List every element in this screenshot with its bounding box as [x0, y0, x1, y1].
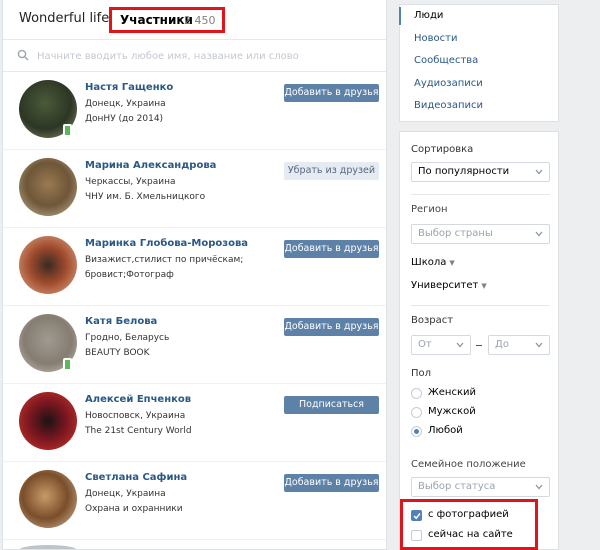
marital-status-label: Семейное положение — [411, 459, 526, 470]
nav-item-news[interactable]: Новости — [400, 28, 558, 51]
tab-members-label: Участники — [120, 13, 193, 27]
with-photo-checkbox[interactable] — [411, 510, 422, 521]
gender-male-radio[interactable] — [411, 407, 422, 418]
age-from-select[interactable]: От — [411, 335, 471, 355]
add-friend-button[interactable]: Добавить в друзья — [284, 84, 379, 102]
age-to-select[interactable]: До — [488, 335, 550, 355]
group-name-link[interactable]: Wonderful life)) — [19, 11, 119, 26]
list-item: Светлана Сафина Донецк, Украина Охрана и о… — [3, 462, 386, 540]
chevron-down-icon: ▼ — [481, 282, 487, 290]
avatar[interactable] — [19, 158, 77, 216]
add-friend-button[interactable]: Добавить в друзья — [284, 318, 379, 336]
marital-status-select[interactable]: Выбор статуса — [411, 477, 550, 497]
nav-item-video[interactable]: Видеозаписи — [400, 95, 558, 118]
person-name-link[interactable]: Настя Гащенко — [85, 82, 173, 93]
age-from-value: От — [418, 339, 432, 350]
region-select[interactable]: Выбор страны — [411, 224, 550, 244]
nav-item-people[interactable]: Люди — [399, 5, 558, 28]
person-name-link[interactable]: Маринка Глобова-Морозова — [85, 238, 248, 249]
gender-female-radio[interactable] — [411, 388, 422, 399]
person-name-link[interactable]: Светлана Сафина — [85, 472, 187, 483]
check-icon — [413, 513, 421, 520]
extra-options: с фотографией сейчас на сайте — [400, 499, 538, 550]
add-friend-button[interactable]: Добавить в друзья — [284, 474, 379, 492]
chevron-down-icon — [535, 231, 543, 237]
region-label: Регион — [411, 204, 448, 215]
list-item: Алексей Епченков Новосповск, Украина The 2… — [3, 384, 386, 462]
sort-label: Сортировка — [411, 144, 474, 155]
search-filters: Сортировка По популярности Регион Выбор … — [399, 131, 559, 550]
person-info-line: Гродно, Беларусь — [85, 333, 170, 343]
divider — [411, 305, 550, 306]
person-info-line: ДонНУ (до 2014) — [85, 114, 164, 124]
school-label: Школа — [411, 257, 447, 268]
with-photo-label: с фотографией — [428, 509, 509, 520]
person-info-line: бровист;Фотограф — [85, 270, 174, 280]
university-label: Университет — [411, 280, 479, 291]
age-label: Возраст — [411, 315, 454, 326]
nav-item-audio[interactable]: Аудиозаписи — [400, 73, 558, 96]
person-name-link[interactable]: Алексей Епченков — [85, 394, 191, 405]
person-name-link[interactable]: Катя Белова — [85, 316, 157, 327]
age-range-dash — [476, 345, 482, 346]
region-select-value: Выбор страны — [418, 228, 493, 239]
marital-status-value: Выбор статуса — [418, 481, 496, 492]
search-input[interactable] — [37, 46, 367, 66]
sort-select-value: По популярности — [418, 166, 510, 177]
chevron-down-icon — [535, 169, 543, 175]
person-info-line: Черкассы, Украина — [85, 177, 176, 187]
avatar[interactable] — [19, 545, 77, 549]
gender-male-label: Мужской — [428, 406, 476, 417]
search-bar — [3, 40, 386, 72]
sort-select[interactable]: По популярности — [411, 162, 550, 182]
gender-any-radio[interactable] — [411, 426, 422, 437]
list-item: Катя Белова Гродно, Беларусь BEAUTY BOOK До… — [3, 306, 386, 384]
chevron-down-icon — [456, 342, 464, 348]
list-item: Марина Александрова Черкассы, Украина ЧНУ … — [3, 150, 386, 228]
members-header: Wonderful life)) Участники 2 450 — [3, 0, 386, 40]
chevron-down-icon — [535, 484, 543, 490]
divider — [411, 194, 550, 195]
list-item: Маринка Глобова-Морозова Визажист,стилист… — [3, 228, 386, 306]
chevron-down-icon — [535, 342, 543, 348]
age-to-value: До — [495, 339, 509, 350]
search-icon — [17, 49, 29, 61]
people-list: Настя Гащенко Донецк, Украина ДонНУ (до 20… — [3, 72, 386, 540]
add-friend-button[interactable]: Добавить в друзья — [284, 240, 379, 258]
person-info-line: ЧНУ им. Б. Хмельницкого — [85, 192, 206, 202]
person-info-line: BEAUTY BOOK — [85, 348, 150, 358]
remove-friend-button[interactable]: Убрать из друзей — [284, 162, 379, 180]
tab-members[interactable]: Участники 2 450 — [109, 7, 225, 33]
gender-female-label: Женский — [428, 387, 476, 398]
search-section-nav: Люди Новости Сообщества Аудиозаписи Виде… — [399, 4, 559, 122]
person-info-line: Донецк, Украина — [85, 489, 166, 499]
members-count: 2 450 — [184, 14, 216, 27]
list-item: Настя Гащенко Донецк, Украина ДонНУ (до 20… — [3, 72, 386, 150]
person-info-line: Охрана и охранники — [85, 504, 183, 514]
person-info-line: Визажист,стилист по причёскам; — [85, 255, 244, 265]
subscribe-button[interactable]: Подписаться — [284, 396, 379, 414]
gender-any-label: Любой — [428, 425, 463, 436]
mobile-online-icon — [63, 124, 72, 137]
mobile-online-icon — [63, 358, 72, 371]
person-name-link[interactable]: Марина Александрова — [85, 160, 216, 171]
avatar[interactable] — [19, 236, 77, 294]
person-info-line: Новосповск, Украина — [85, 411, 186, 421]
nav-item-communities[interactable]: Сообщества — [400, 50, 558, 73]
person-info-line: Донецк, Украина — [85, 99, 166, 109]
online-now-checkbox[interactable] — [411, 530, 422, 541]
members-panel: Wonderful life)) Участники 2 450 Настя Г… — [2, 0, 387, 550]
school-dropdown[interactable]: Школа ▼ — [411, 257, 455, 268]
gender-label: Пол — [411, 368, 432, 379]
person-info-line: The 21st Century World — [85, 426, 192, 436]
university-dropdown[interactable]: Университет ▼ — [411, 280, 487, 291]
avatar[interactable] — [19, 470, 77, 528]
online-now-label: сейчас на сайте — [428, 529, 513, 540]
chevron-down-icon: ▼ — [449, 259, 455, 267]
avatar[interactable] — [19, 392, 77, 450]
